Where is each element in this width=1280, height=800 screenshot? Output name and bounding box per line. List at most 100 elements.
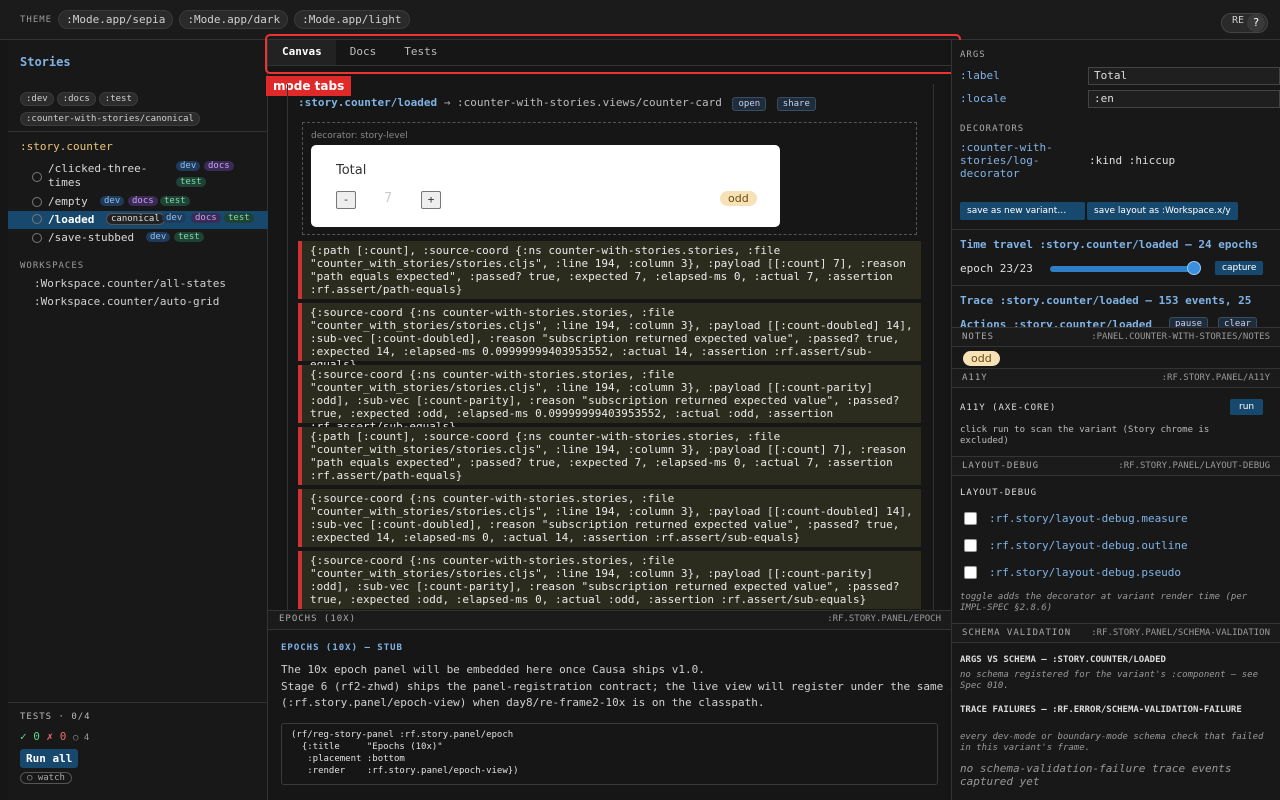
counter-card xyxy=(311,145,780,227)
decorator-name: :counter-with-stories/log-decorator xyxy=(960,141,1053,180)
layout-debug-panel-id: :RF.STORY.PANEL/LAYOUT-DEBUG xyxy=(1118,461,1270,471)
layout-debug-title: LAYOUT-DEBUG xyxy=(960,488,1038,498)
decorator-name-line: stories/log- xyxy=(960,154,1040,167)
assertion-log-entry: {:source-coord {:ns counter-with-stories… xyxy=(298,303,921,371)
theme-option-sepia[interactable]: :Mode.app/sepia xyxy=(58,10,174,29)
decorator-name-line: :counter-with- xyxy=(960,141,1053,154)
badge-dev: dev xyxy=(100,196,125,206)
radio-icon xyxy=(32,197,42,207)
badge-dev: dev xyxy=(162,213,187,223)
epoch-slider-handle[interactable] xyxy=(1187,261,1201,275)
epoch-label: epoch 23/23 xyxy=(960,262,1033,275)
a11y-panel-id: :RF.STORY.PANEL/A11Y xyxy=(1161,373,1270,383)
measure-checkbox[interactable] xyxy=(964,512,977,525)
arg-key-label: :label xyxy=(960,69,1000,82)
arg-input-label[interactable]: Total xyxy=(1088,67,1280,85)
open-button[interactable]: open xyxy=(732,97,767,111)
trace-failures-title: TRACE FAILURES — :RF.ERROR/SCHEMA-VALIDA… xyxy=(960,705,1242,715)
tag-filter-dev[interactable]: :dev xyxy=(20,92,54,106)
annotation-highlight xyxy=(265,34,961,74)
story-item-save-stubbed[interactable]: /save-stubbed dev test xyxy=(8,230,268,248)
workspace-all-states[interactable]: :Workspace.counter/all-states xyxy=(34,277,226,290)
tests-fail: ✗ 0 xyxy=(46,730,67,743)
epochs-text: The 10x epoch panel will be embedded her… xyxy=(281,663,705,676)
story-item-empty[interactable]: /empty dev docs test xyxy=(8,194,268,212)
parity-badge: odd xyxy=(720,191,757,206)
story-item-clicked-three-times[interactable]: /clicked-three- times dev docs test xyxy=(8,161,268,191)
story-item-label: /save-stubbed xyxy=(48,231,135,244)
story-group-counter[interactable]: :story.counter xyxy=(20,140,113,153)
save-layout-button[interactable]: save layout as :Workspace.x/y xyxy=(1087,202,1238,220)
decorators-heading: DECORATORS xyxy=(960,124,1025,134)
story-item-label: /loaded xyxy=(48,213,95,226)
tag-filter-row: :dev:docs:test xyxy=(20,91,141,106)
re-label: RE xyxy=(1232,15,1245,26)
pseudo-checkbox[interactable] xyxy=(964,566,977,579)
workspaces-heading: WORKSPACES xyxy=(20,261,85,271)
outline-checkbox[interactable] xyxy=(964,539,977,552)
tag-filter-test[interactable]: :test xyxy=(98,92,138,106)
re-button[interactable]: RE? xyxy=(1221,13,1268,33)
share-button[interactable]: share xyxy=(776,97,816,111)
assertion-log-entry: {:source-coord {:ns counter-with-stories… xyxy=(298,365,921,433)
badge-docs: docs xyxy=(204,161,234,171)
no-trace-events: no schema-validation-failure trace event… xyxy=(960,762,1232,788)
save-variant-button[interactable]: save as new variant… xyxy=(960,202,1085,220)
variant-breadcrumb: :story.counter/loaded → :counter-with-st… xyxy=(298,96,816,111)
pseudo-label: :rf.story/layout-debug.pseudo xyxy=(989,566,1182,579)
epochs-text: (:rf.story.panel/epoch-view) when day8/r… xyxy=(281,696,765,709)
decorator-kind: :kind :hiccup xyxy=(1089,154,1176,167)
epochs-panel-header: EPOCHS (10X) :RF.STORY.PANEL/EPOCH xyxy=(268,610,951,630)
arg-input-locale[interactable]: :en xyxy=(1088,90,1280,108)
theme-label: THEME xyxy=(20,14,53,25)
assertion-log-entry: {:path [:count], :source-coord {:ns coun… xyxy=(298,241,921,299)
workspace-auto-grid[interactable]: :Workspace.counter/auto-grid xyxy=(34,295,219,308)
epochs-title: EPOCHS (10X) — STUB xyxy=(281,643,403,653)
help-icon[interactable]: ? xyxy=(1247,14,1265,32)
notes-label: NOTES xyxy=(962,332,995,342)
sidebar-title: Stories xyxy=(20,55,71,69)
counter-label: Total xyxy=(336,163,367,178)
arg-key-locale: :locale xyxy=(960,92,1007,105)
epoch-slider[interactable] xyxy=(1050,266,1200,272)
story-item-loaded[interactable]: /loaded canonical dev docs test xyxy=(8,211,268,229)
view-name: :counter-with-stories.views/counter-card xyxy=(456,96,722,109)
args-vs-schema-title: ARGS VS SCHEMA — :STORY.COUNTER/LOADED xyxy=(960,655,1166,665)
notes-panel-header: NOTES :PANEL.COUNTER-WITH-STORIES/NOTES xyxy=(952,327,1280,347)
decorator-name-line: decorator xyxy=(960,167,1020,180)
notes-parity-badge: odd xyxy=(963,351,1000,366)
radio-icon xyxy=(32,172,42,182)
trace-failures-text: every dev-mode or boundary-mode schema c… xyxy=(960,732,1264,753)
story-item-label: /clicked-three- xyxy=(48,162,148,175)
watch-toggle[interactable]: ○ watch xyxy=(20,772,72,784)
story-id: :story.counter/loaded xyxy=(298,96,438,109)
capture-button[interactable]: capture xyxy=(1215,261,1264,275)
assertion-log-entry: {:source-coord {:ns counter-with-stories… xyxy=(298,489,921,547)
badge-dev: dev xyxy=(146,232,171,242)
schema-validation-panel-header: SCHEMA VALIDATION :RF.STORY.PANEL/SCHEMA… xyxy=(952,623,1280,643)
a11y-run-button[interactable]: run xyxy=(1230,399,1264,415)
badge-test: test xyxy=(160,196,190,206)
trace-title: Trace :story.counter/loaded — 153 events… xyxy=(960,294,1252,307)
increment-button[interactable]: + xyxy=(421,191,441,209)
time-travel-title: Time travel :story.counter/loaded — 24 e… xyxy=(960,238,1259,251)
badge-test: test xyxy=(176,177,206,187)
schema-validation-label: SCHEMA VALIDATION xyxy=(962,628,1072,638)
theme-option-dark[interactable]: :Mode.app/dark xyxy=(179,10,289,29)
theme-option-light[interactable]: :Mode.app/light xyxy=(294,10,410,29)
arrow-icon: → xyxy=(443,96,451,109)
tag-filter-canonical[interactable]: :counter-with-stories/canonical xyxy=(20,112,200,126)
tests-heading: TESTS · 0/4 xyxy=(20,712,91,722)
a11y-panel-header: A11Y :RF.STORY.PANEL/A11Y xyxy=(952,368,1280,388)
badge-dev: dev xyxy=(176,161,201,171)
tag-filter-docs[interactable]: :docs xyxy=(56,92,96,106)
badge-test: test xyxy=(174,232,204,242)
run-all-button[interactable]: Run all xyxy=(20,749,79,768)
tests-pass: ✓ 0 xyxy=(20,730,40,743)
decorator-label: decorator: story-level xyxy=(311,131,408,141)
code-block: (rf/reg-story-panel :rf.story.panel/epoc… xyxy=(281,723,938,785)
sidebar: Stories :dev:docs:test :counter-with-sto… xyxy=(8,40,268,800)
radio-icon xyxy=(32,214,42,224)
args-heading: ARGS xyxy=(960,50,986,60)
decrement-button[interactable]: - xyxy=(336,191,356,209)
